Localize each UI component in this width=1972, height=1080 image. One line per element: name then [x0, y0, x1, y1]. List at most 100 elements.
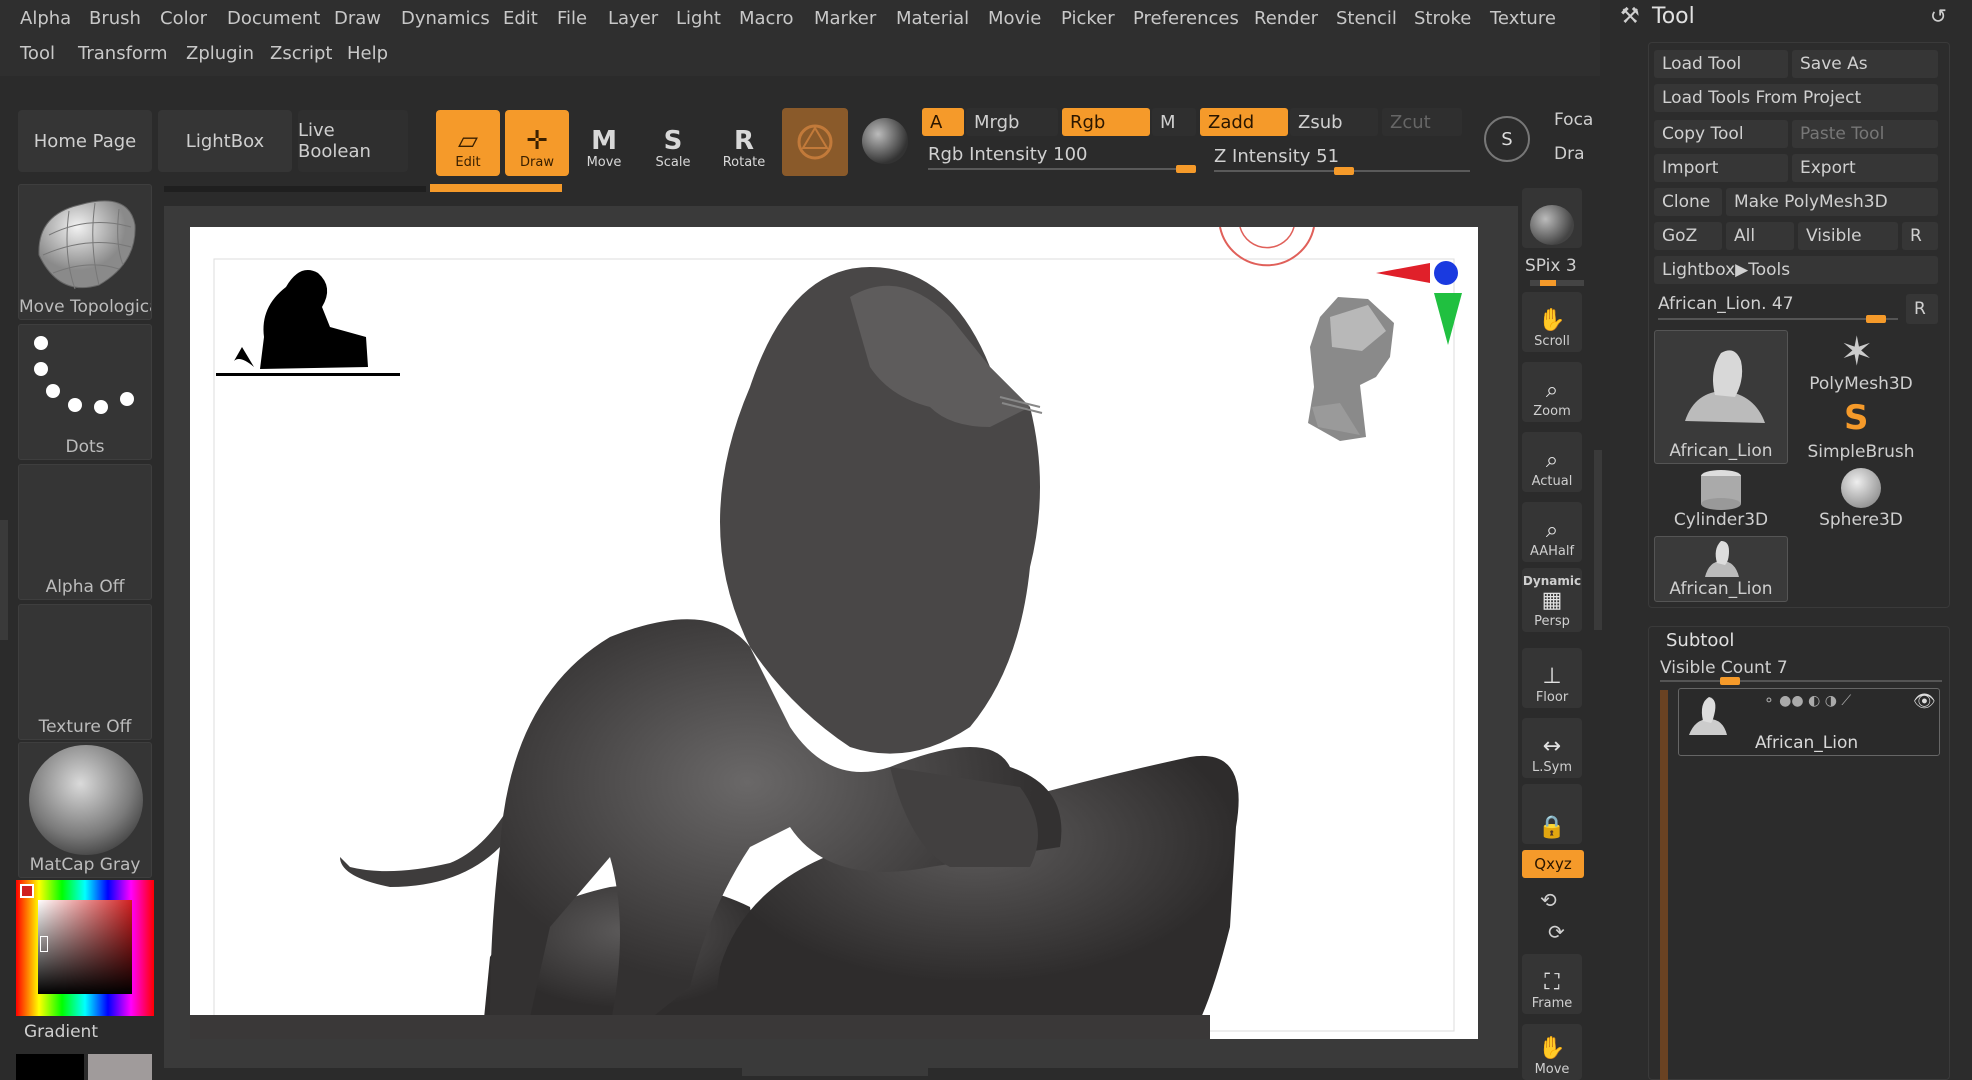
menu-texture[interactable]: Texture: [1490, 8, 1556, 29]
subtool-icons[interactable]: ⚬ ●● ◐ ◑ ⟋: [1763, 693, 1851, 709]
menu-marker[interactable]: Marker: [814, 8, 876, 29]
visible-count-knob[interactable]: [1720, 677, 1740, 685]
z-intensity-knob[interactable]: [1334, 167, 1355, 175]
zoom-button[interactable]: ⌕ Zoom: [1522, 362, 1582, 422]
m-toggle[interactable]: M: [1152, 108, 1196, 136]
subtool-row[interactable]: ⚬ ●● ◐ ◑ ⟋ 👁 African_Lion: [1678, 688, 1940, 756]
goz-button[interactable]: GoZ: [1654, 222, 1722, 250]
actual-button[interactable]: ⌕ Actual: [1522, 432, 1582, 492]
focal-shift-icon[interactable]: S: [1484, 116, 1530, 162]
rotate-mode-button[interactable]: R Rotate: [712, 110, 776, 176]
eye-icon[interactable]: 👁: [1913, 691, 1936, 712]
main-color-swatch[interactable]: [16, 1054, 84, 1080]
menu-zscript[interactable]: Zscript: [270, 43, 333, 64]
menu-brush[interactable]: Brush: [89, 8, 141, 29]
menu-material[interactable]: Material: [896, 8, 969, 29]
zsub-toggle[interactable]: Zsub: [1290, 108, 1378, 136]
home-page-button[interactable]: Home Page: [18, 110, 152, 172]
rgb-intensity-slider[interactable]: [928, 168, 1196, 170]
thumb-african-lion-2[interactable]: African_Lion: [1654, 536, 1788, 602]
goz-visible-button[interactable]: Visible: [1798, 222, 1898, 250]
menu-color[interactable]: Color: [160, 8, 207, 29]
make-polymesh-button[interactable]: Make PolyMesh3D: [1726, 188, 1938, 216]
document-canvas[interactable]: [190, 227, 1478, 1039]
tool-r-button[interactable]: R: [1906, 294, 1938, 324]
rgb-toggle[interactable]: Rgb: [1062, 108, 1150, 136]
copy-tool-button[interactable]: Copy Tool: [1654, 120, 1788, 148]
menu-light[interactable]: Light: [676, 8, 721, 29]
y-rotate-icon[interactable]: ⟲: [1540, 888, 1557, 912]
clone-button[interactable]: Clone: [1654, 188, 1722, 216]
xyz-rotate-button[interactable]: Qxyz: [1522, 850, 1584, 878]
goz-r-button[interactable]: R: [1902, 222, 1938, 250]
menu-draw[interactable]: Draw: [334, 8, 381, 29]
stroke-tile[interactable]: Dots: [18, 324, 152, 460]
lightbox-tools-button[interactable]: Lightbox▶Tools: [1654, 256, 1938, 284]
texture-tile[interactable]: Texture Off: [18, 604, 152, 740]
move-view-button[interactable]: ✋ Move: [1522, 1024, 1582, 1080]
alpha-tile[interactable]: Alpha Off: [18, 464, 152, 600]
spix-slider[interactable]: [1530, 280, 1584, 286]
rgb-intensity-knob[interactable]: [1176, 165, 1196, 173]
spix-knob[interactable]: [1540, 280, 1556, 286]
floor-button[interactable]: ⊥ Floor: [1522, 648, 1582, 708]
material-sphere-icon[interactable]: [862, 118, 908, 164]
thumb-cylinder3d[interactable]: Cylinder3D: [1654, 466, 1788, 532]
subtool-title[interactable]: Subtool: [1666, 630, 1734, 651]
current-tool-knob[interactable]: [1866, 315, 1886, 323]
goz-all-button[interactable]: All: [1726, 222, 1794, 250]
bottom-collapse-handle[interactable]: [742, 1066, 928, 1076]
persp-button[interactable]: Dynamic ▦ Persp: [1522, 568, 1582, 632]
visible-count-slider[interactable]: [1660, 680, 1942, 682]
menu-tool[interactable]: Tool: [20, 43, 55, 64]
load-tool-button[interactable]: Load Tool: [1654, 50, 1788, 78]
export-button[interactable]: Export: [1792, 154, 1938, 182]
right-collapse-handle[interactable]: [1594, 450, 1602, 630]
mrgb-toggle[interactable]: Mrgb: [966, 108, 1058, 136]
thumb-african-lion[interactable]: African_Lion: [1654, 330, 1788, 464]
z-rotate-icon[interactable]: ⟳: [1548, 920, 1565, 944]
polyframe-button[interactable]: [782, 108, 848, 176]
menu-stroke[interactable]: Stroke: [1414, 8, 1471, 29]
menu-macro[interactable]: Macro: [739, 8, 793, 29]
menu-stencil[interactable]: Stencil: [1336, 8, 1397, 29]
thumb-sphere3d[interactable]: Sphere3D: [1794, 466, 1928, 532]
secondary-color-swatch[interactable]: [88, 1054, 152, 1080]
brush-tile[interactable]: Move Topologica: [18, 184, 152, 320]
save-as-button[interactable]: Save As: [1792, 50, 1938, 78]
bpr-button[interactable]: [1522, 188, 1582, 248]
frame-button[interactable]: ⛶ Frame: [1522, 954, 1582, 1014]
material-tile[interactable]: MatCap Gray: [18, 742, 152, 878]
lsym-button[interactable]: ↔ L.Sym: [1522, 718, 1582, 778]
load-from-project-button[interactable]: Load Tools From Project: [1654, 84, 1938, 112]
menu-picker[interactable]: Picker: [1061, 8, 1115, 29]
menu-transform[interactable]: Transform: [78, 43, 168, 64]
scale-mode-button[interactable]: S Scale: [641, 110, 705, 176]
lightbox-button[interactable]: LightBox: [158, 110, 292, 172]
move-mode-button[interactable]: M Move: [572, 110, 636, 176]
current-tool-slider[interactable]: [1658, 318, 1898, 320]
zcut-toggle[interactable]: Zcut: [1382, 108, 1462, 136]
menu-zplugin[interactable]: Zplugin: [186, 43, 254, 64]
menu-render[interactable]: Render: [1254, 8, 1318, 29]
menu-help[interactable]: Help: [347, 43, 388, 64]
menu-preferences[interactable]: Preferences: [1133, 8, 1239, 29]
menu-file[interactable]: File: [557, 8, 587, 29]
thumb-simplebrush[interactable]: S SimpleBrush: [1794, 398, 1928, 464]
menu-alpha[interactable]: Alpha: [20, 8, 71, 29]
menu-layer[interactable]: Layer: [608, 8, 658, 29]
scroll-button[interactable]: ✋ Scroll: [1522, 292, 1582, 352]
draw-mode-button[interactable]: ✛ Draw: [505, 110, 569, 176]
thumb-polymesh3d[interactable]: ✶ PolyMesh3D: [1794, 330, 1928, 396]
menu-movie[interactable]: Movie: [988, 8, 1041, 29]
lock-button[interactable]: 🔒: [1522, 784, 1582, 844]
reset-icon[interactable]: ↺: [1930, 4, 1947, 28]
live-boolean-button[interactable]: Live Boolean: [298, 110, 408, 172]
paste-tool-button[interactable]: Paste Tool: [1792, 120, 1938, 148]
a-toggle[interactable]: A: [922, 108, 964, 136]
zadd-toggle[interactable]: Zadd: [1200, 108, 1288, 136]
menu-dynamics[interactable]: Dynamics: [401, 8, 490, 29]
color-swatch-square[interactable]: [38, 900, 132, 994]
color-picker[interactable]: [16, 880, 154, 1016]
aahalf-button[interactable]: ⌕ AAHalf: [1522, 502, 1582, 562]
